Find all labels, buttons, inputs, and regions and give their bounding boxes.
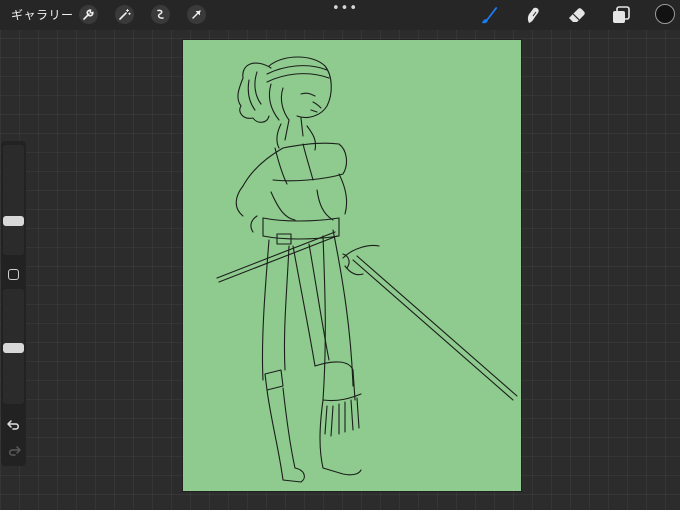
brush-icon[interactable] <box>477 3 501 27</box>
opacity-slider[interactable] <box>3 289 24 404</box>
smudge-icon[interactable] <box>521 3 545 27</box>
layers-icon[interactable] <box>609 3 633 27</box>
brush-size-slider[interactable] <box>3 145 24 255</box>
line-art-sketch <box>216 56 518 483</box>
wrench-icon[interactable] <box>79 5 98 24</box>
opacity-thumb[interactable] <box>3 343 24 353</box>
brush-size-thumb[interactable] <box>3 216 24 226</box>
gallery-button[interactable]: ギャラリー <box>11 6 74 23</box>
transform-arrow-icon[interactable] <box>187 5 206 24</box>
eraser-icon[interactable] <box>565 3 589 27</box>
redo-icon[interactable] <box>6 443 22 457</box>
selection-icon[interactable] <box>151 5 170 24</box>
sidebar <box>1 141 26 466</box>
toolbar: ギャラリー ••• <box>0 0 680 30</box>
color-picker-button[interactable] <box>655 4 675 24</box>
undo-icon[interactable] <box>6 417 22 431</box>
modify-button[interactable] <box>8 269 19 280</box>
more-options-button[interactable]: ••• <box>332 1 358 16</box>
magic-wand-icon[interactable] <box>115 5 134 24</box>
drawing-canvas[interactable] <box>183 40 521 491</box>
